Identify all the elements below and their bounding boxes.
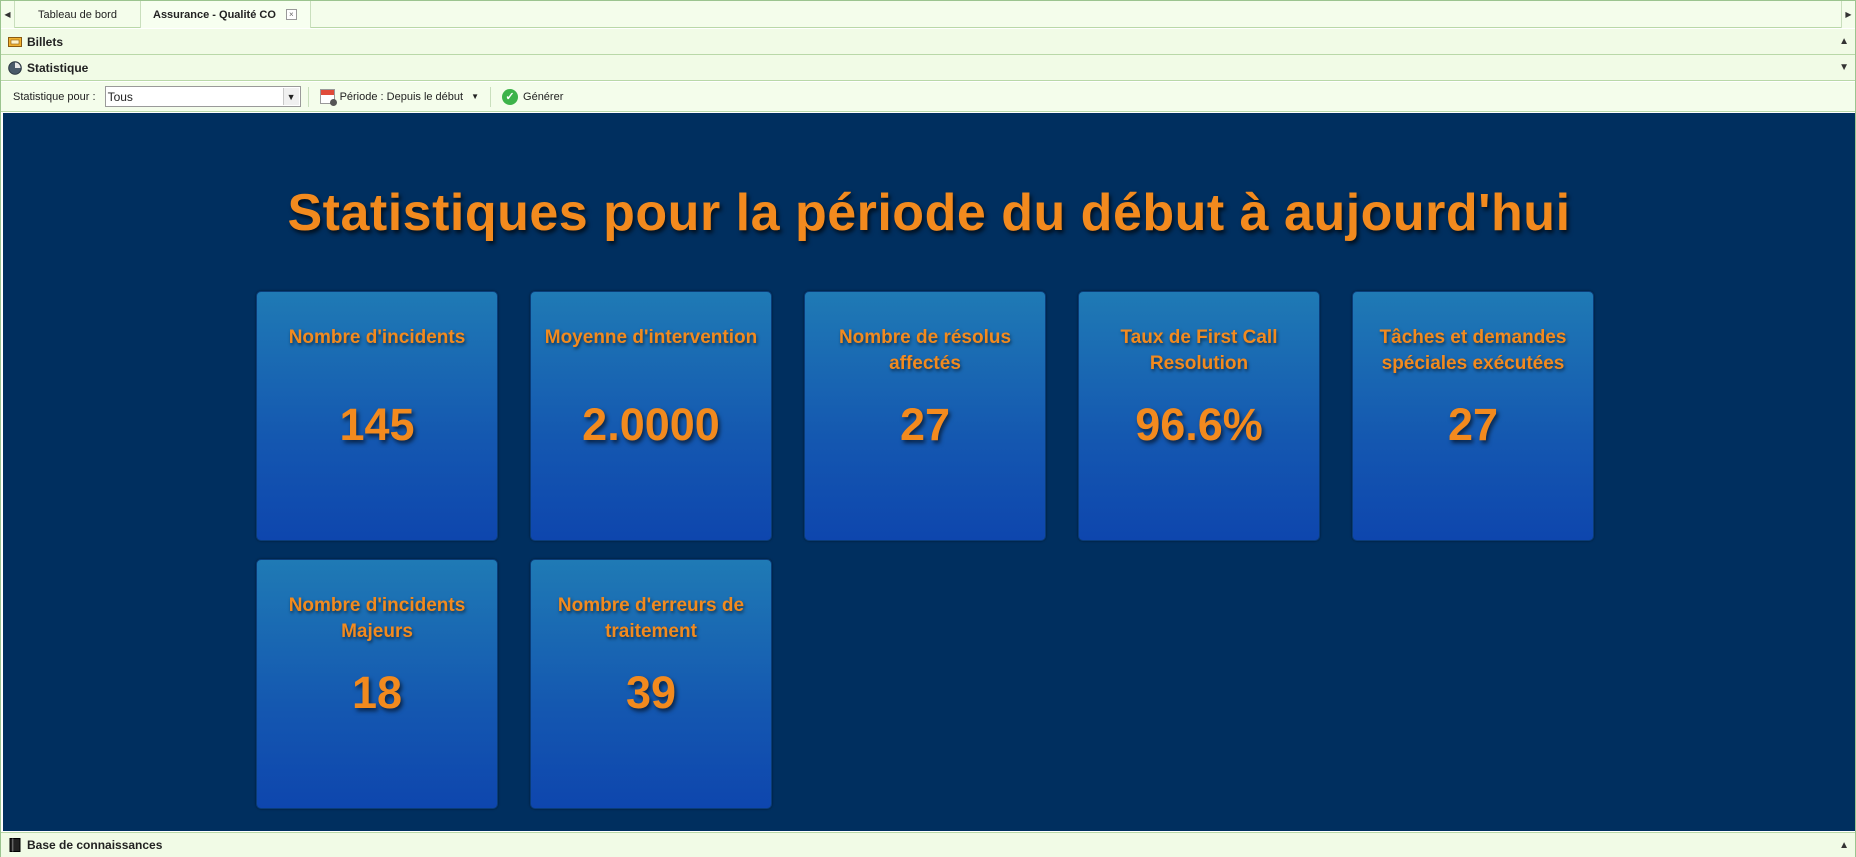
select-value: Tous bbox=[107, 89, 133, 104]
tab-label: Assurance - Qualité CO bbox=[153, 8, 276, 21]
tab-assurance-qualite[interactable]: Assurance - Qualité CO × bbox=[141, 1, 311, 28]
panel-title: Statistique bbox=[27, 60, 89, 75]
generer-label: Générer bbox=[523, 90, 564, 103]
stat-card-nombre-resolus: Nombre de résolus affectés 27 bbox=[804, 291, 1046, 541]
periode-dropdown-button[interactable]: Période : Depuis le début ▼ bbox=[316, 89, 483, 106]
book-icon bbox=[7, 837, 23, 853]
stat-card-value: 2.0000 bbox=[582, 399, 720, 450]
stat-card-label: Nombre de résolus affectés bbox=[838, 327, 1012, 374]
toolbar-divider bbox=[307, 86, 309, 107]
chevron-down-icon[interactable]: ▼ bbox=[282, 88, 299, 105]
stat-card-value: 27 bbox=[899, 399, 951, 450]
stat-card-label: Nombre d'incidents Majeurs bbox=[288, 595, 466, 642]
tab-scroll-left-button[interactable]: ◀ bbox=[1, 1, 15, 28]
panel-header-statistique[interactable]: Statistique ▼ bbox=[1, 55, 1855, 81]
tab-label: Tableau de bord bbox=[38, 8, 117, 21]
caret-down-icon: ▼ bbox=[471, 92, 480, 101]
tab-bar: ◀ Tableau de bord Assurance - Qualité CO… bbox=[1, 1, 1855, 28]
tab-scroll-right-button[interactable]: ▶ bbox=[1841, 1, 1855, 28]
stat-card-incidents-majeurs: Nombre d'incidents Majeurs 18 bbox=[256, 559, 498, 809]
toolbar-divider bbox=[490, 86, 492, 107]
tab-tableau-de-bord[interactable]: Tableau de bord bbox=[15, 1, 141, 28]
stat-card-erreurs-traitement: Nombre d'erreurs de traitement 39 bbox=[530, 559, 772, 809]
panel-header-billets[interactable]: Billets ▲ bbox=[1, 29, 1855, 55]
dashboard-title: Statistiques pour la période du début à … bbox=[287, 184, 1571, 242]
stat-card-label: Moyenne d'intervention bbox=[544, 327, 758, 348]
stat-card-taches-speciales: Tâches et demandes spéciales exécutées 2… bbox=[1352, 291, 1594, 541]
statistique-pour-label: Statistique pour : bbox=[13, 90, 96, 103]
stat-card-moyenne-intervention: Moyenne d'intervention 2.0000 bbox=[530, 291, 772, 541]
statistique-pour-select[interactable]: Tous ▼ bbox=[104, 86, 301, 107]
statistics-dashboard: Statistiques pour la période du début à … bbox=[3, 113, 1855, 831]
chevron-up-icon[interactable]: ▲ bbox=[1839, 36, 1849, 47]
stat-card-label: Nombre d'erreurs de traitement bbox=[557, 595, 745, 642]
stat-card-value: 96.6% bbox=[1135, 399, 1263, 450]
stat-card-nombre-incidents: Nombre d'incidents 145 bbox=[256, 291, 498, 541]
application-window: ◀ Tableau de bord Assurance - Qualité CO… bbox=[0, 0, 1856, 857]
panel-title: Billets bbox=[27, 34, 64, 49]
panel-title: Base de connaissances bbox=[27, 838, 163, 852]
ticket-icon bbox=[7, 34, 23, 50]
calendar-icon bbox=[319, 89, 337, 106]
panel-header-base-connaissances[interactable]: Base de connaissances ▲ bbox=[1, 832, 1855, 857]
stat-card-label: Taux de First Call Resolution bbox=[1120, 327, 1278, 374]
stat-card-value: 145 bbox=[339, 399, 415, 450]
chevron-up-icon[interactable]: ▲ bbox=[1839, 840, 1849, 851]
stat-card-value: 27 bbox=[1447, 399, 1499, 450]
periode-label: Période : Depuis le début bbox=[339, 90, 464, 103]
check-circle-icon: ✓ bbox=[502, 88, 519, 105]
stat-card-first-call-resolution: Taux de First Call Resolution 96.6% bbox=[1078, 291, 1320, 541]
stat-card-value: 39 bbox=[625, 667, 677, 718]
close-icon[interactable]: × bbox=[285, 9, 297, 20]
generer-button[interactable]: ✓ Générer bbox=[498, 88, 567, 105]
stat-card-label: Tâches et demandes spéciales exécutées bbox=[1379, 327, 1567, 374]
stat-card-label: Nombre d'incidents bbox=[288, 327, 466, 348]
chevron-down-icon[interactable]: ▼ bbox=[1839, 62, 1849, 73]
stat-card-value: 18 bbox=[351, 667, 403, 718]
chart-icon bbox=[7, 60, 23, 76]
statistics-toolbar: Statistique pour : Tous ▼ Période : Depu… bbox=[1, 82, 1855, 112]
